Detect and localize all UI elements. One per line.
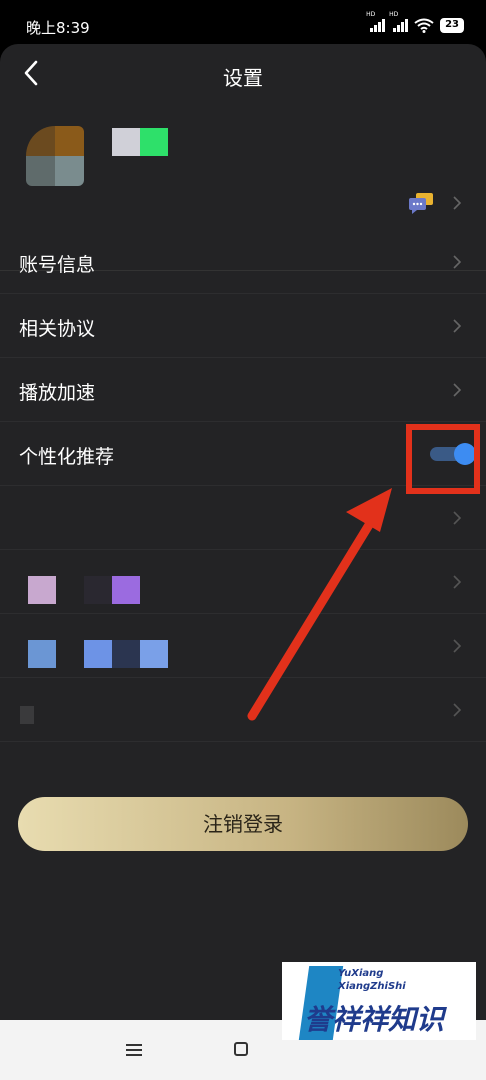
menu-item-obscured-4[interactable] <box>0 678 486 742</box>
personalized-recommendation-toggle[interactable] <box>430 441 476 465</box>
signal-icon-2: HD <box>389 11 409 32</box>
wifi-icon <box>414 18 434 33</box>
menu-icon[interactable] <box>126 1044 142 1056</box>
signal-hd-label: HD <box>366 11 376 18</box>
user-nickname <box>112 128 168 156</box>
chevron-left-icon <box>24 60 38 86</box>
obscured-label <box>112 640 140 668</box>
obscured-label <box>140 640 168 668</box>
chevron-right-icon <box>453 511 462 525</box>
menu-item-agreements[interactable]: 相关协议 <box>0 294 486 358</box>
settings-panel: 设置 账号信息 相关协议 播放加速 个性化推荐 注销登录 <box>0 44 486 1020</box>
back-button[interactable] <box>12 54 52 94</box>
logout-button[interactable]: 注销登录 <box>18 797 468 851</box>
chevron-right-icon <box>453 383 462 397</box>
status-bar: 晚上8:39 HD HD 23 <box>0 0 486 44</box>
menu-item-obscured-2[interactable] <box>0 550 486 614</box>
menu-item-personalized-recommendation: 个性化推荐 <box>0 422 486 486</box>
chevron-right-icon <box>453 639 462 653</box>
toggle-knob <box>454 443 476 465</box>
menu-item-obscured-3[interactable] <box>0 614 486 678</box>
chevron-right-icon <box>453 255 462 269</box>
watermark-line2: XiangZhiShi <box>338 981 406 992</box>
chevron-right-icon <box>453 703 462 717</box>
signal-icon: HD <box>366 11 386 32</box>
chat-bubble-icon[interactable] <box>408 192 434 214</box>
menu-item-label: 个性化推荐 <box>19 446 115 468</box>
obscured-label <box>28 640 56 668</box>
status-icons: HD HD 23 <box>366 11 464 34</box>
watermark-chinese: 誉祥祥知识 <box>304 1003 445 1036</box>
menu-item-label: 相关协议 <box>19 318 96 340</box>
menu-item-account-info[interactable]: 账号信息 <box>0 230 486 294</box>
status-time: 晚上8:39 <box>26 19 90 37</box>
signal-hd-label-2: HD <box>389 11 399 18</box>
obscured-label <box>84 576 112 604</box>
chevron-right-icon <box>453 196 462 210</box>
obscured-label <box>84 640 112 668</box>
chevron-right-icon <box>453 319 462 333</box>
page-title: 设置 <box>223 66 263 90</box>
chevron-right-icon <box>453 575 462 589</box>
home-icon[interactable] <box>234 1042 248 1056</box>
avatar[interactable] <box>26 126 84 186</box>
battery-icon: 23 <box>440 17 464 33</box>
menu-item-label: 账号信息 <box>19 254 96 276</box>
menu-item-label: 播放加速 <box>19 382 96 404</box>
obscured-label <box>20 706 34 724</box>
menu-item-obscured-1[interactable] <box>0 486 486 550</box>
watermark-line1: YuXiang <box>338 968 384 979</box>
watermark-logo: YuXiang XiangZhiShi 誉祥祥知识 <box>282 962 476 1040</box>
header: 设置 <box>0 44 486 104</box>
profile-card[interactable] <box>0 118 486 218</box>
menu-item-playback-speedup[interactable]: 播放加速 <box>0 358 486 422</box>
obscured-label <box>28 576 56 604</box>
obscured-label <box>112 576 140 604</box>
